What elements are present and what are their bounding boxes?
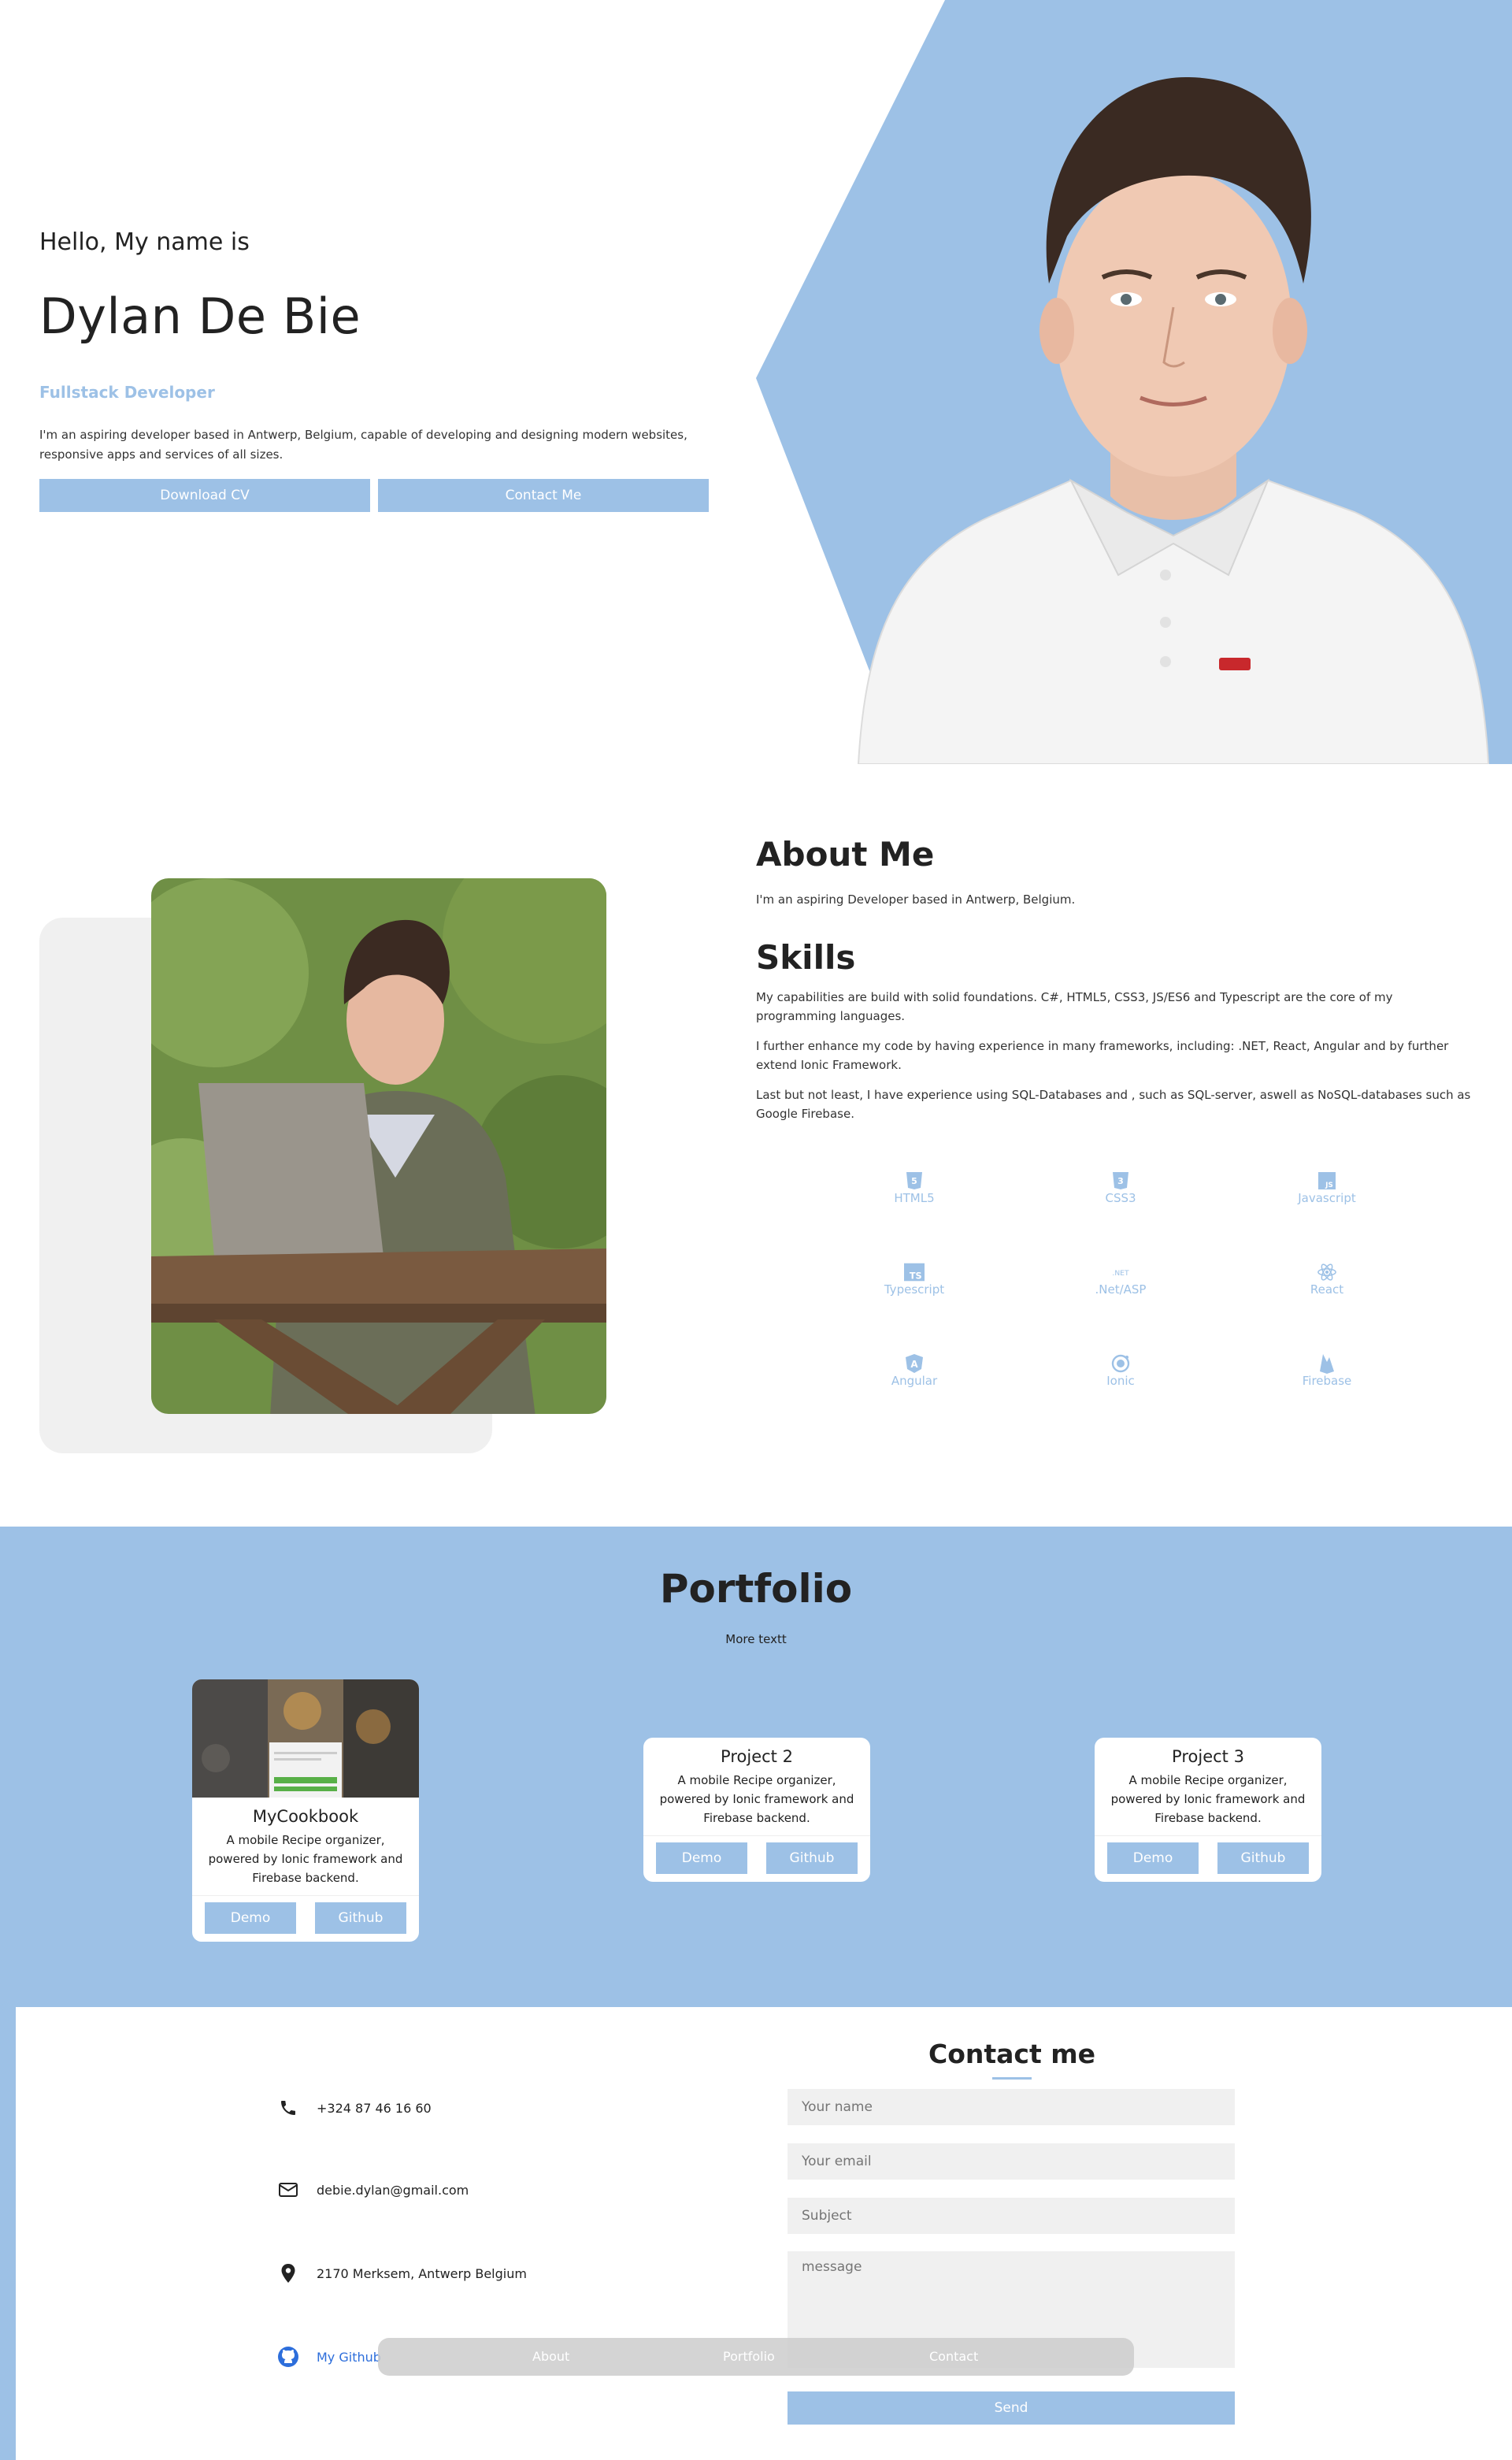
javascript-icon: JS [1317, 1171, 1337, 1191]
name-input[interactable] [788, 2089, 1235, 2125]
svg-text:3: 3 [1117, 1176, 1124, 1186]
hero-name: Dylan De Bie [39, 288, 361, 345]
css3-icon: 3 [1110, 1171, 1131, 1191]
skills-paragraph-3: Last but not least, I have experience us… [756, 1088, 1471, 1121]
download-cv-button[interactable]: Download CV [39, 479, 370, 512]
skill-item-react: React [1224, 1262, 1430, 1297]
skill-item-html5: 5 HTML5 [811, 1171, 1017, 1205]
nav-item-about[interactable]: About [532, 2349, 569, 2364]
portfolio-section: Portfolio More textt MyCookbook A mobile… [0, 1527, 1512, 2007]
skill-item-css3: 3 CSS3 [1017, 1171, 1224, 1205]
project-title: MyCookbook [252, 1807, 359, 1826]
contact-title: Contact me [928, 2039, 1096, 2069]
html5-icon: 5 [904, 1171, 925, 1191]
about-photo [151, 878, 606, 1414]
demo-button[interactable]: Demo [656, 1842, 747, 1874]
hero-role: Fullstack Developer [39, 383, 215, 402]
skill-item-typescript: TS Typescript [811, 1262, 1017, 1297]
contact-phone: +324 87 46 16 60 [276, 2095, 432, 2120]
contact-github-link[interactable]: My Github [317, 2350, 381, 2365]
skill-item-firebase: Firebase [1224, 1353, 1430, 1388]
svg-text:A: A [910, 1359, 918, 1370]
skills-paragraph-1: My capabilities are build with solid fou… [756, 990, 1393, 1023]
svg-text:TS: TS [910, 1271, 922, 1282]
github-icon [276, 2344, 301, 2369]
ionic-icon [1110, 1353, 1131, 1374]
nav-item-portfolio[interactable]: Portfolio [723, 2349, 775, 2364]
project-title: Project 3 [1172, 1747, 1244, 1766]
skill-label: Javascript [1298, 1191, 1356, 1205]
project-card-2: Project 2 A mobile Recipe organizer, pow… [643, 1738, 870, 1882]
project-description: A mobile Recipe organizer, powered by Io… [1110, 1773, 1306, 1825]
contact-phone-text: +324 87 46 16 60 [317, 2100, 432, 2116]
skill-label: React [1310, 1282, 1344, 1297]
contact-address: 2170 Merksem, Antwerp Belgium [276, 2261, 527, 2286]
hero-greeting: Hello, My name is [39, 228, 250, 256]
skill-label: .Net/ASP [1095, 1282, 1147, 1297]
skill-label: Ionic [1106, 1374, 1135, 1388]
contact-address-text: 2170 Merksem, Antwerp Belgium [317, 2265, 527, 2281]
svg-text:JS: JS [1325, 1182, 1333, 1189]
skill-grid: 5 HTML5 3 CSS3 JS Javascript TS Typescri… [811, 1171, 1473, 1388]
demo-button[interactable]: Demo [1107, 1842, 1199, 1874]
react-icon [1317, 1262, 1337, 1282]
portfolio-title: Portfolio [659, 1566, 853, 1612]
hero-section: Hello, My name is Dylan De Bie Fullstack… [0, 0, 1512, 764]
skill-item-javascript: JS Javascript [1224, 1171, 1430, 1205]
project-description: A mobile Recipe organizer, powered by Io… [208, 1833, 403, 1885]
contact-side-strip [0, 2007, 16, 2460]
project-actions: Demo Github [192, 1895, 419, 1942]
contact-me-button[interactable]: Contact Me [378, 479, 709, 512]
contact-email: debie.dylan@gmail.com [276, 2177, 469, 2202]
github-button[interactable]: Github [766, 1842, 858, 1874]
project-screenshot [192, 1679, 419, 1798]
skill-item-angular: A Angular [811, 1353, 1017, 1388]
about-description: I'm an aspiring Developer based in Antwe… [756, 892, 1076, 907]
hero-portrait [843, 71, 1496, 764]
location-pin-icon [276, 2261, 301, 2286]
demo-button[interactable]: Demo [205, 1902, 296, 1934]
skill-item-dotnet: .NET .Net/ASP [1017, 1262, 1224, 1297]
svg-text:.NET: .NET [1112, 1269, 1129, 1278]
firebase-icon [1317, 1353, 1337, 1374]
phone-icon [276, 2095, 301, 2120]
project-actions: Demo Github [1095, 1835, 1321, 1882]
skills-paragraph-2: I further enhance my code by having expe… [756, 1039, 1449, 1072]
typescript-icon: TS [904, 1262, 925, 1282]
hero-intro: Hello, My name is Dylan De Bie Fullstack… [39, 228, 709, 512]
nav-item-contact[interactable]: Contact [929, 2349, 978, 2364]
skill-label: HTML5 [894, 1191, 935, 1205]
skills-title: Skills [756, 938, 856, 977]
github-button[interactable]: Github [1217, 1842, 1309, 1874]
skill-label: CSS3 [1105, 1191, 1136, 1205]
about-title: About Me [756, 835, 935, 874]
skill-label: Typescript [884, 1282, 945, 1297]
email-input[interactable] [788, 2143, 1235, 2180]
mail-icon [276, 2177, 301, 2202]
send-button[interactable]: Send [788, 2391, 1235, 2425]
project-card-3: Project 3 A mobile Recipe organizer, pow… [1095, 1738, 1321, 1882]
dotnet-icon: .NET [1110, 1262, 1131, 1282]
about-content: About Me I'm an aspiring Developer based… [756, 835, 1473, 1388]
contact-title-underline [992, 2077, 1032, 2080]
project-title: Project 2 [721, 1747, 793, 1766]
github-button[interactable]: Github [315, 1902, 406, 1934]
project-description: A mobile Recipe organizer, powered by Io… [659, 1773, 854, 1825]
svg-text:5: 5 [911, 1176, 917, 1186]
contact-email-text: debie.dylan@gmail.com [317, 2182, 469, 2198]
skill-label: Angular [891, 1374, 938, 1388]
portfolio-subtitle: More textt [725, 1632, 787, 1646]
floating-nav: About Portfolio Contact [378, 2338, 1134, 2376]
skill-label: Firebase [1302, 1374, 1352, 1388]
hero-bio: I'm an aspiring developer based in Antwe… [39, 428, 687, 462]
project-card-mycookbook: MyCookbook A mobile Recipe organizer, po… [192, 1679, 419, 1942]
subject-input[interactable] [788, 2198, 1235, 2234]
skill-item-ionic: Ionic [1017, 1353, 1224, 1388]
angular-icon: A [904, 1353, 925, 1374]
project-actions: Demo Github [643, 1835, 870, 1882]
contact-github[interactable]: My Github [276, 2344, 381, 2369]
hero-actions: Download CV Contact Me [39, 479, 709, 512]
